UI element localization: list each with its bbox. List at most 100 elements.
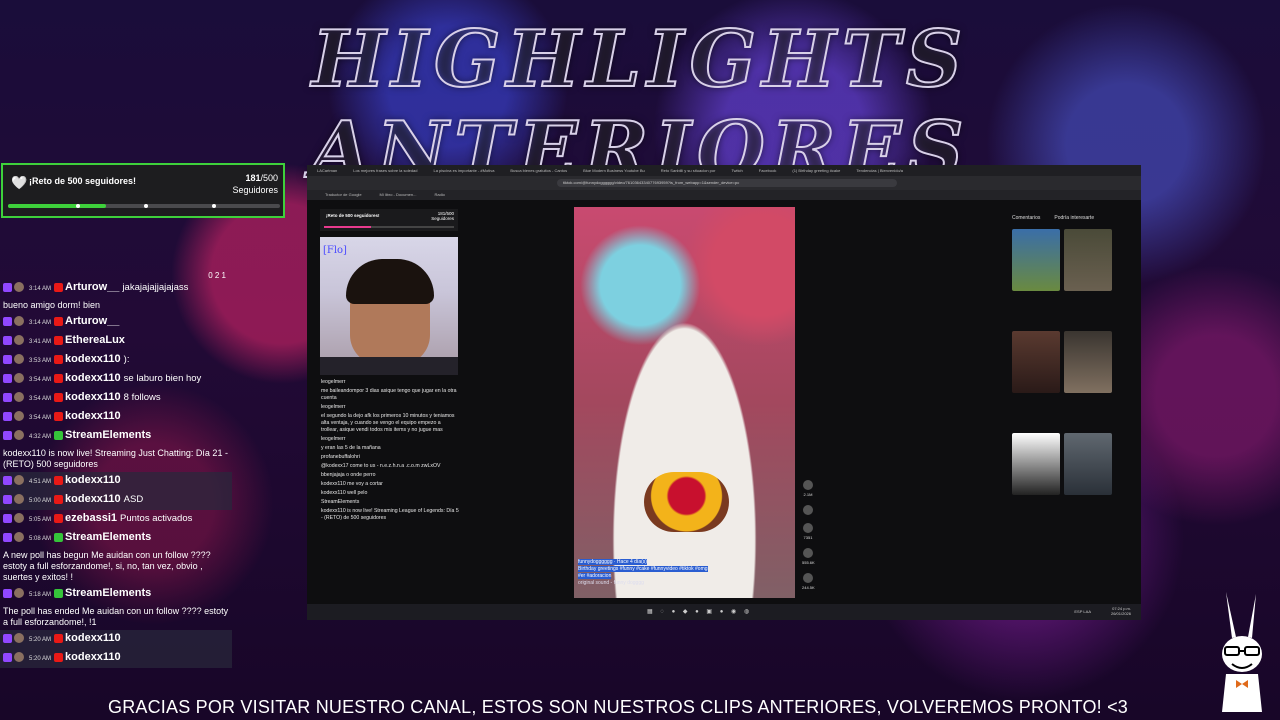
inner-chat-line: kodexx110 is now live! Streaming League …: [321, 508, 459, 521]
chat-time: 4:51 AM: [29, 479, 52, 485]
bunny-logo: [1222, 592, 1262, 712]
browser-tab[interactable]: (1) Birthday greeting #cake: [792, 168, 840, 173]
twitch-icon: [3, 494, 12, 504]
chat-system-message: A new poll has begun Me auidan con un fo…: [3, 550, 211, 582]
bookmark-link[interactable]: Radio: [434, 192, 444, 197]
video-sound[interactable]: original sound - funny dogggg: [578, 580, 788, 587]
chat-username[interactable]: kodexx110: [65, 372, 121, 384]
chat-system-message: The poll has ended Me auidan con un foll…: [3, 606, 229, 627]
video-caption-user[interactable]: funnydogggggg · Hace 4 día(s): [578, 559, 647, 565]
inner-chat-line: leogelmerr: [321, 379, 346, 385]
inner-chat-line: leogelmerr: [321, 404, 346, 410]
action-count: 7351: [803, 535, 813, 540]
browser-tab[interactable]: Busca bienes gratuitos - Cantos: [510, 168, 567, 173]
chat-username[interactable]: kodexx110: [65, 493, 121, 505]
browser-tab[interactable]: Facebook: [759, 168, 777, 173]
badge-icon: [54, 532, 64, 542]
goal-current: 181: [245, 173, 261, 183]
chat-time: 5:08 AM: [29, 536, 52, 542]
action-item[interactable]: 7351: [802, 523, 814, 540]
avatar: [14, 430, 24, 441]
chat-username[interactable]: StreamElements: [65, 587, 151, 599]
suggested-thumb[interactable]: [1064, 331, 1112, 393]
webcam-tag: [Flo]: [323, 245, 347, 256]
chat-username[interactable]: EtherеaLux: [65, 334, 125, 346]
avatar: [14, 316, 24, 327]
avatar: [14, 373, 24, 384]
video-caption-text2: #er #adoracion: [578, 573, 612, 579]
action-item[interactable]: 244.5K: [802, 573, 815, 590]
suggested-thumb[interactable]: [1064, 433, 1112, 495]
browser-tab[interactable]: Tendencias | Bienvenido/a: [856, 168, 903, 173]
chat-time: 3:53 AM: [29, 358, 52, 364]
action-item[interactable]: 2.1M: [802, 480, 814, 497]
browser-tab[interactable]: Twitch: [731, 168, 742, 173]
badge-icon: [54, 316, 64, 326]
suggested-thumb[interactable]: [1012, 433, 1060, 495]
badge-icon: [54, 475, 64, 485]
suggested-thumb[interactable]: [1012, 331, 1060, 393]
video-caption-text: Birthday greetings #funny #cake #funnyvi…: [578, 566, 708, 572]
badge-icon: [54, 335, 64, 345]
badge-icon: [54, 392, 64, 402]
action-icon[interactable]: [803, 480, 813, 490]
action-icon[interactable]: [803, 523, 813, 533]
browser-tab[interactable]: La piscina es importante - #Motiva: [434, 168, 495, 173]
goal-label: ¡Reto de 500 seguidores!: [29, 176, 137, 186]
chat-username[interactable]: kodexx110: [65, 632, 121, 644]
browser-tab[interactable]: Blue Modern Business Youtube Bu: [583, 168, 645, 173]
action-item[interactable]: [802, 505, 814, 515]
chat-username[interactable]: kodexx110: [65, 410, 121, 422]
browser-tab[interactable]: Los mejores frases sobre la soledad: [353, 168, 417, 173]
goal-unit: Seguidores: [232, 185, 278, 195]
inner-goal-label: ¡Reto de 500 seguidores!: [326, 213, 380, 218]
browser-tab-bar: LACartman Los mejores frases sobre la sol…: [307, 165, 1141, 176]
browser-tab[interactable]: LACartman: [317, 168, 337, 173]
chat-username[interactable]: kodexx110: [65, 474, 121, 486]
bookmark-link[interactable]: Traductor de Google: [325, 192, 362, 197]
chat-overlay: 0 2 1 3:14 AM Arturow__ jakajajajjajajass b…: [0, 265, 232, 690]
chat-username[interactable]: StreamElements: [65, 531, 151, 543]
chat-time: 5:20 AM: [29, 656, 52, 662]
chat-message: 5:18 AM StreamElements: [0, 585, 232, 604]
bookmark-link[interactable]: Mi libro - Documen...: [380, 192, 417, 197]
action-icon[interactable]: [803, 573, 813, 583]
goal-progress-bar: [8, 204, 280, 208]
screen-capture: LACartman Los mejores frases sobre la sol…: [307, 165, 1141, 620]
action-icon[interactable]: [803, 505, 813, 515]
avatar: [14, 633, 24, 644]
chat-time: 3:54 AM: [29, 396, 52, 402]
chat-message: 4:51 AM kodexx110: [0, 472, 232, 491]
twitch-icon: [3, 282, 12, 292]
action-count: 2.1M: [803, 492, 813, 497]
badge-icon: [54, 513, 64, 523]
chat-text: se laburo bien hoy: [123, 373, 202, 384]
windows-taskbar: ▦ ◌ ● ◆ ● ▣ ● ◉ ◍ ESP LAA 07:24 p.m. 26/0…: [307, 604, 1141, 620]
chat-username[interactable]: Arturow__: [65, 281, 119, 293]
side-tab[interactable]: Podría interesarte: [1054, 215, 1094, 221]
suggested-thumb[interactable]: [1012, 229, 1060, 291]
twitch-icon: [3, 532, 12, 542]
taskbar-icons[interactable]: ▦ ◌ ● ◆ ● ▣ ● ◉ ◍: [647, 608, 752, 615]
chat-message: 5:20 AM kodexx110: [0, 630, 232, 649]
cake-fruit: [644, 472, 729, 532]
action-item[interactable]: 555.6K: [802, 548, 815, 565]
avatar: [14, 475, 24, 486]
inner-chat-line: y eran las 5 de la mañana: [321, 445, 381, 451]
chat-username[interactable]: ezebassi1: [65, 512, 117, 524]
twitch-icon: [3, 316, 12, 326]
chat-username[interactable]: kodexx110: [65, 353, 121, 365]
chat-username[interactable]: kodexx110: [65, 391, 121, 403]
tiktok-video[interactable]: funnydogggggg · Hace 4 día(s) Birthday g…: [574, 207, 795, 598]
side-tab[interactable]: Comentarios: [1012, 215, 1040, 221]
chat-text: 8 follows: [123, 392, 161, 403]
chat-username[interactable]: Arturow__: [65, 315, 119, 327]
action-icon[interactable]: [803, 548, 813, 558]
chat-username[interactable]: StreamElements: [65, 429, 151, 441]
inner-chat-line: me baileandompor 3 dias asique tengo que…: [321, 388, 457, 401]
taskbar-clock: 07:24 p.m. 26/01/2026: [1111, 606, 1131, 616]
url-field[interactable]: tiktok.com/@funnydogggggg/video/76103643…: [557, 179, 897, 187]
browser-tab[interactable]: Reto Sanbilli y su situacion por: [661, 168, 716, 173]
suggested-thumb[interactable]: [1064, 229, 1112, 291]
chat-username[interactable]: kodexx110: [65, 651, 121, 663]
